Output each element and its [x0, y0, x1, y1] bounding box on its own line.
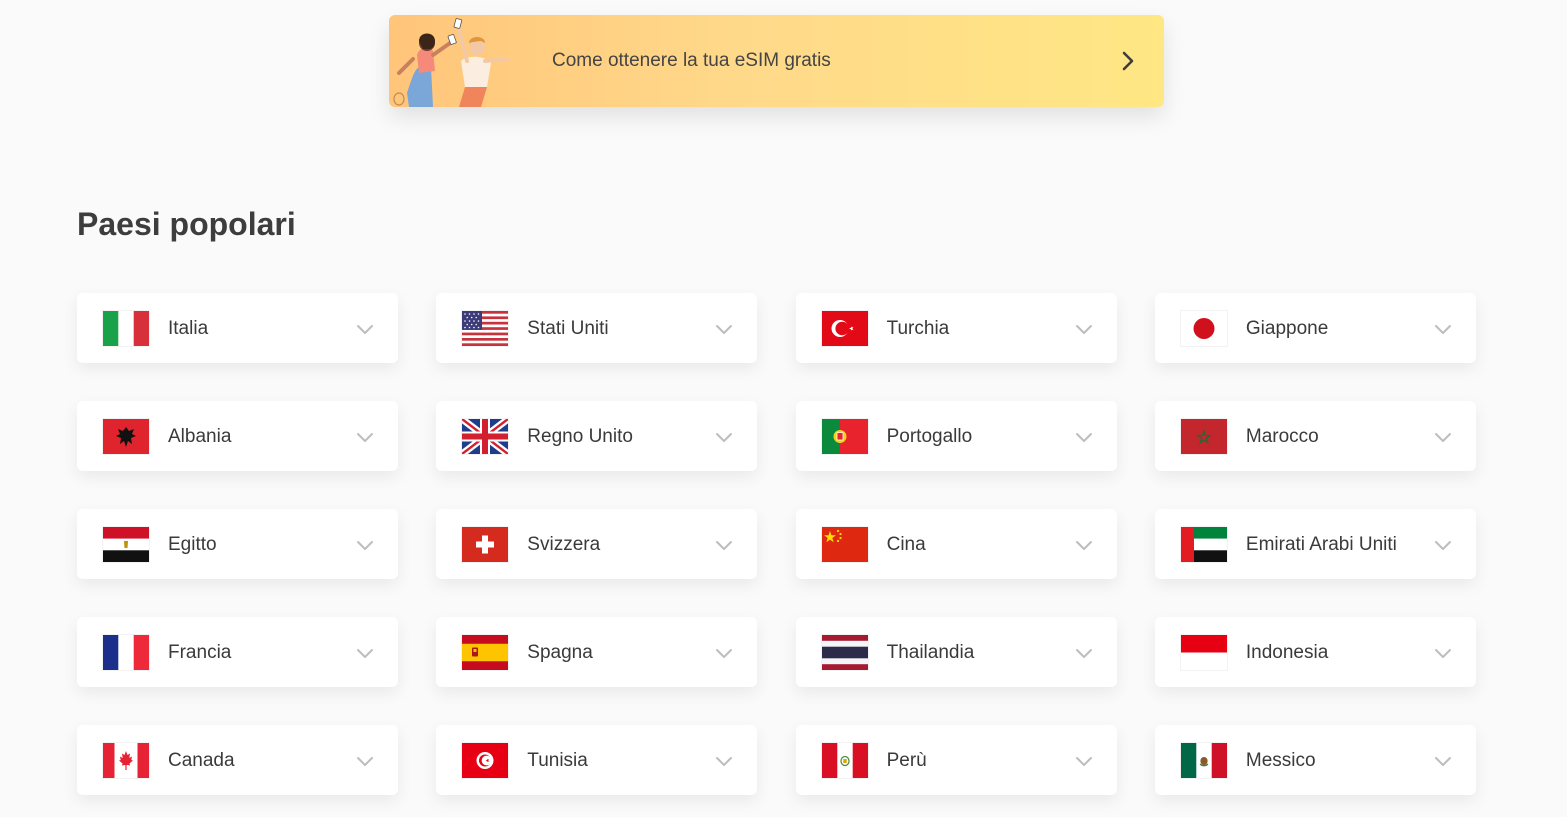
country-name: Portogallo [886, 426, 973, 447]
chevron-down-icon [1075, 320, 1093, 338]
country-name: Regno Unito [527, 426, 633, 447]
country-name: Messico [1245, 750, 1316, 771]
country-card-mexico[interactable]: Messico [1154, 725, 1476, 795]
country-card-china[interactable]: Cina [795, 509, 1117, 579]
country-card-indonesia[interactable]: Indonesia [1154, 617, 1476, 687]
popular-countries-grid: Italia Stati Uniti Turchia Giappone Alba… [77, 293, 1477, 795]
country-name: Tunisia [527, 750, 588, 771]
tunisia-flag-icon [462, 743, 509, 778]
country-name: Albania [168, 426, 232, 447]
egypt-flag-icon [103, 527, 149, 562]
chevron-down-icon [715, 644, 733, 662]
uk-flag-icon [462, 419, 509, 454]
country-name: Indonesia [1245, 642, 1329, 663]
chevron-down-icon [1075, 644, 1093, 662]
chevron-down-icon [1075, 428, 1093, 446]
switzerland-flag-icon [462, 527, 509, 562]
country-card-france[interactable]: Francia [77, 617, 398, 687]
country-name: Italia [168, 318, 209, 339]
country-card-turkey[interactable]: Turchia [795, 293, 1117, 363]
albania-flag-icon [103, 419, 149, 454]
country-card-uae[interactable]: Emirati Arabi Uniti [1154, 509, 1476, 579]
chevron-down-icon [356, 428, 374, 446]
country-card-italy[interactable]: Italia [77, 293, 398, 363]
country-card-spain[interactable]: Spagna [436, 617, 758, 687]
mexico-flag-icon [1180, 743, 1227, 778]
country-card-egypt[interactable]: Egitto [77, 509, 398, 579]
country-name: Cina [886, 534, 926, 555]
country-card-japan[interactable]: Giappone [1154, 293, 1476, 363]
country-card-portugal[interactable]: Portogallo [795, 401, 1117, 471]
peru-flag-icon [821, 743, 868, 778]
canada-flag-icon [103, 743, 149, 778]
country-card-morocco[interactable]: Marocco [1154, 401, 1476, 471]
usa-flag-icon [462, 311, 509, 346]
spain-flag-icon [462, 635, 509, 670]
chevron-down-icon [715, 428, 733, 446]
chevron-down-icon [356, 536, 374, 554]
thailand-flag-icon [821, 635, 868, 670]
country-name: Svizzera [527, 534, 601, 555]
country-card-switzerland[interactable]: Svizzera [436, 509, 758, 579]
chevron-down-icon [1434, 644, 1452, 662]
chevron-down-icon [356, 320, 374, 338]
chevron-right-icon [1116, 49, 1140, 73]
country-name: Emirati Arabi Uniti [1245, 534, 1397, 555]
portugal-flag-icon [821, 419, 868, 454]
celebrating-people-illustration [389, 15, 529, 107]
chevron-down-icon [715, 536, 733, 554]
morocco-flag-icon [1180, 419, 1227, 454]
chevron-down-icon [1075, 752, 1093, 770]
country-card-tunisia[interactable]: Tunisia [436, 725, 758, 795]
country-name: Francia [168, 642, 232, 663]
country-card-united-states[interactable]: Stati Uniti [436, 293, 758, 363]
japan-flag-icon [1180, 311, 1227, 346]
country-name: Turchia [886, 318, 950, 339]
country-card-thailand[interactable]: Thailandia [795, 617, 1117, 687]
indonesia-flag-icon [1180, 635, 1227, 670]
country-name: Marocco [1245, 426, 1319, 447]
chevron-down-icon [715, 320, 733, 338]
china-flag-icon [821, 527, 868, 562]
country-card-canada[interactable]: Canada [77, 725, 398, 795]
chevron-down-icon [356, 644, 374, 662]
free-esim-promo-banner[interactable]: Come ottenere la tua eSIM gratis [389, 15, 1164, 107]
section-title-popular-countries: Paesi popolari [77, 206, 296, 242]
page: Come ottenere la tua eSIM gratis Paesi p… [0, 0, 1567, 817]
country-name: Spagna [527, 642, 593, 663]
country-card-albania[interactable]: Albania [77, 401, 398, 471]
chevron-down-icon [1434, 320, 1452, 338]
chevron-down-icon [356, 752, 374, 770]
country-name: Egitto [168, 534, 217, 555]
chevron-down-icon [1434, 536, 1452, 554]
country-name: Perù [886, 750, 927, 771]
country-name: Giappone [1245, 318, 1329, 339]
chevron-down-icon [1434, 752, 1452, 770]
country-card-peru[interactable]: Perù [795, 725, 1117, 795]
country-card-united-kingdom[interactable]: Regno Unito [436, 401, 758, 471]
country-name: Thailandia [886, 642, 975, 663]
country-name: Stati Uniti [527, 318, 609, 339]
country-name: Canada [168, 750, 235, 771]
turkey-flag-icon [821, 311, 868, 346]
chevron-down-icon [1434, 428, 1452, 446]
chevron-down-icon [715, 752, 733, 770]
italy-flag-icon [103, 311, 149, 346]
chevron-down-icon [1075, 536, 1093, 554]
uae-flag-icon [1180, 527, 1227, 562]
promo-text: Come ottenere la tua eSIM gratis [552, 50, 831, 71]
france-flag-icon [103, 635, 149, 670]
